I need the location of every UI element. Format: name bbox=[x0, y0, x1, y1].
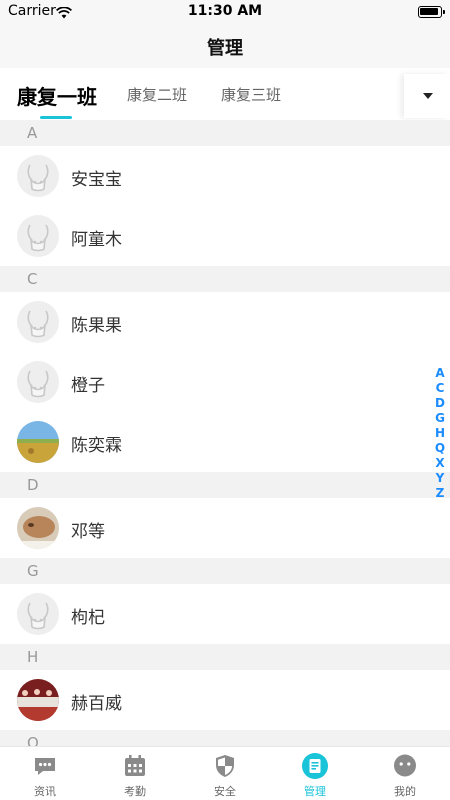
index-letter[interactable]: Z bbox=[434, 486, 446, 501]
student-name: 枸杞 bbox=[71, 608, 105, 628]
tab-class-2[interactable]: 康复二班 bbox=[127, 84, 187, 105]
student-row[interactable]: 橙子 bbox=[0, 352, 450, 412]
student-row[interactable]: 陈奕霖 bbox=[0, 412, 450, 472]
student-row[interactable]: 赫百威 bbox=[0, 670, 450, 730]
bottom-tab-bar: 资讯 考勤 安全 管理 我的 bbox=[0, 746, 450, 800]
index-letter[interactable]: H bbox=[434, 426, 446, 441]
tabbar-label: 资讯 bbox=[34, 785, 56, 798]
index-letter[interactable]: Q bbox=[434, 441, 446, 456]
manage-icon bbox=[302, 753, 328, 779]
student-name: 陈奕霖 bbox=[71, 436, 122, 456]
avatar bbox=[17, 679, 59, 721]
student-name: 陈果果 bbox=[71, 316, 122, 336]
tabbar-item-safety[interactable]: 安全 bbox=[180, 747, 270, 800]
student-row[interactable]: 安宝宝 bbox=[0, 146, 450, 206]
student-name: 安宝宝 bbox=[71, 170, 122, 190]
avatar bbox=[17, 593, 59, 635]
index-letter[interactable]: A bbox=[434, 366, 446, 381]
active-tab-indicator bbox=[40, 116, 72, 119]
avatar bbox=[17, 155, 59, 197]
section-header: D bbox=[0, 472, 450, 498]
student-name: 橙子 bbox=[71, 376, 105, 396]
tabbar-item-manage[interactable]: 管理 bbox=[270, 747, 360, 800]
clock: 11:30 AM bbox=[187, 3, 263, 19]
index-letter[interactable]: X bbox=[434, 456, 446, 471]
student-name: 邓等 bbox=[71, 522, 105, 542]
student-name: 阿童木 bbox=[71, 230, 122, 250]
tabbar-label: 我的 bbox=[394, 785, 416, 798]
status-bar: Carrier 11:30 AM bbox=[0, 0, 450, 24]
caret-down-icon bbox=[423, 93, 433, 99]
student-row[interactable]: 邓等 bbox=[0, 498, 450, 558]
tabbar-item-attendance[interactable]: 考勤 bbox=[90, 747, 180, 800]
index-letter[interactable]: C bbox=[434, 381, 446, 396]
profile-icon bbox=[392, 753, 418, 779]
student-row[interactable]: 陈果果 bbox=[0, 292, 450, 352]
student-row[interactable]: 阿童木 bbox=[0, 206, 450, 266]
page-title: 管理 bbox=[207, 38, 243, 59]
alphabet-index[interactable]: ACDGHQXYZ bbox=[434, 366, 446, 501]
section-header: C bbox=[0, 266, 450, 292]
tabbar-label: 安全 bbox=[214, 785, 236, 798]
tabbar-item-news[interactable]: 资讯 bbox=[0, 747, 90, 800]
shield-icon bbox=[212, 753, 238, 779]
class-tabs: 康复一班 康复二班 康复三班 bbox=[0, 70, 450, 120]
section-header: A bbox=[0, 120, 450, 146]
section-header: H bbox=[0, 644, 450, 670]
section-header: G bbox=[0, 558, 450, 584]
avatar bbox=[17, 421, 59, 463]
avatar bbox=[17, 361, 59, 403]
avatar bbox=[17, 507, 59, 549]
section-header: Q bbox=[0, 730, 450, 746]
tabbar-item-profile[interactable]: 我的 bbox=[360, 747, 450, 800]
student-name: 赫百威 bbox=[71, 694, 122, 714]
tab-class-3[interactable]: 康复三班 bbox=[221, 84, 281, 105]
student-list[interactable]: A 安宝宝阿童木 C 陈果果橙子陈奕霖 D 邓等 G 枸杞 H 赫百威 Q bbox=[0, 120, 450, 746]
chat-icon bbox=[32, 753, 58, 779]
battery-icon bbox=[418, 6, 445, 18]
index-letter[interactable]: Y bbox=[434, 471, 446, 486]
navigation-bar: 管理 bbox=[0, 24, 450, 68]
avatar bbox=[17, 301, 59, 343]
tabbar-label: 管理 bbox=[304, 785, 326, 798]
student-row[interactable]: 枸杞 bbox=[0, 584, 450, 644]
index-letter[interactable]: D bbox=[434, 396, 446, 411]
avatar bbox=[17, 215, 59, 257]
calendar-icon bbox=[122, 753, 148, 779]
tabbar-label: 考勤 bbox=[124, 785, 146, 798]
class-dropdown-button[interactable] bbox=[404, 74, 450, 118]
tab-class-1[interactable]: 康复一班 bbox=[17, 81, 97, 110]
index-letter[interactable]: G bbox=[434, 411, 446, 426]
